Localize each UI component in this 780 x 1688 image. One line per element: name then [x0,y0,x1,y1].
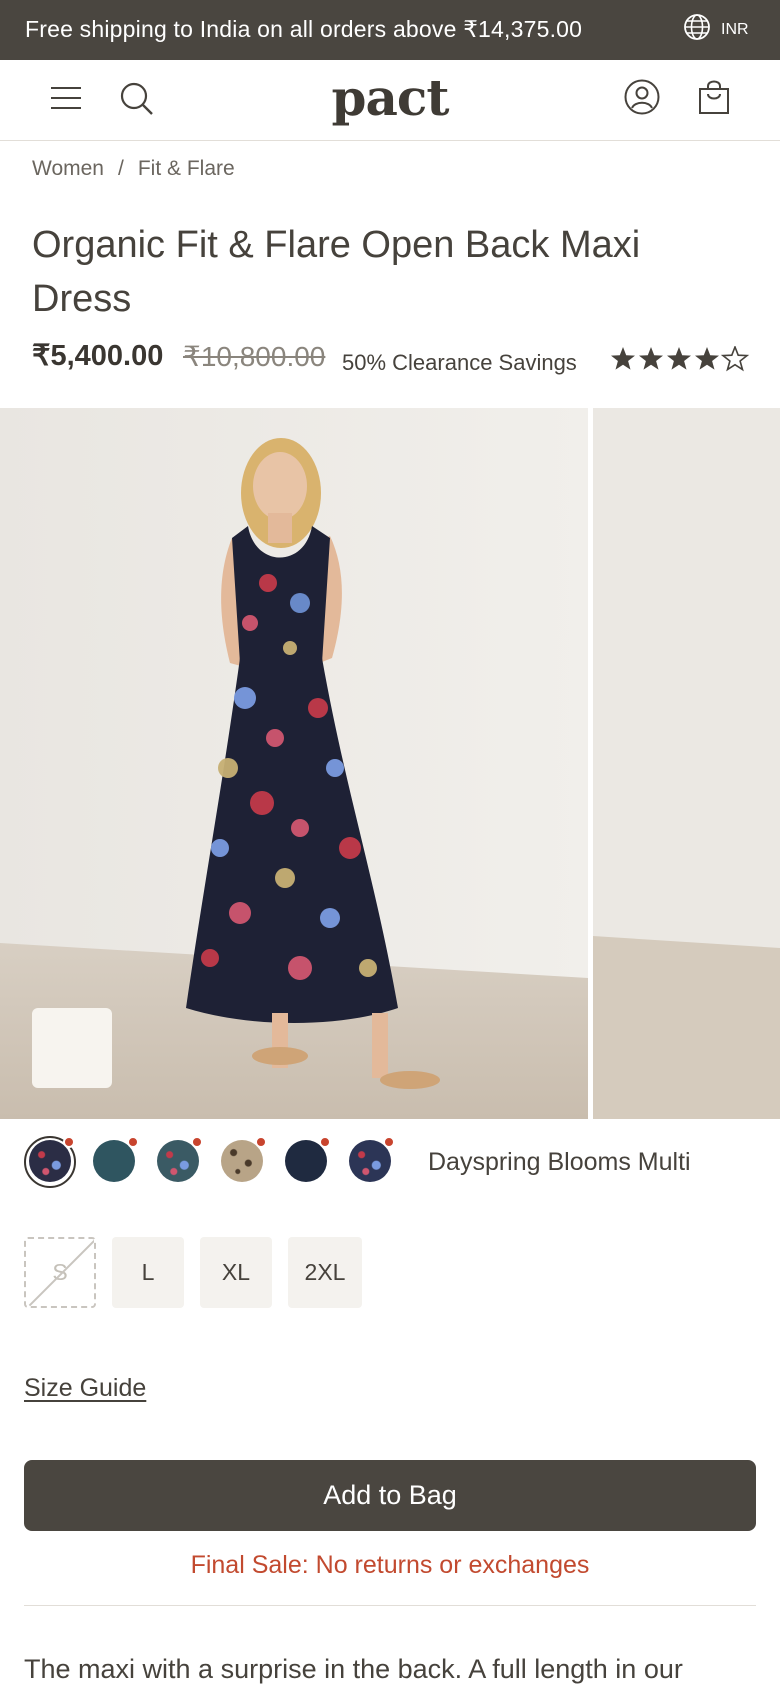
star-icon [611,347,635,370]
star-icon [695,347,719,370]
add-to-bag-button[interactable]: Add to Bag [24,1460,756,1531]
globe-icon[interactable] [682,12,712,42]
compare-price: ₹10,800.00 [183,341,326,372]
promo-text: Free shipping to India on all orders abo… [25,16,583,42]
star-icon [667,347,691,370]
breadcrumb-fit-flare[interactable]: Fit & Flare [138,157,235,180]
bag-icon[interactable] [697,78,731,116]
color-swatch-teal[interactable] [93,1136,139,1182]
swatch-badge-dot [255,1136,267,1148]
size-option-2xl[interactable]: 2XL [288,1237,362,1308]
product-gallery[interactable] [0,408,780,1119]
video-thumbnail-button[interactable] [32,1008,112,1088]
unavailable-slash [28,1239,94,1306]
rating-stars[interactable] [610,346,750,372]
breadcrumb-women[interactable]: Women [32,157,104,180]
promo-bar: Free shipping to India on all orders abo… [0,0,780,60]
size-option-s[interactable]: S [24,1237,96,1308]
breadcrumb: Women / Fit & Flare [32,157,235,181]
size-guide-link[interactable]: Size Guide [24,1374,146,1403]
selected-color-name: Dayspring Blooms Multi [428,1148,691,1176]
final-sale-notice: Final Sale: No returns or exchanges [190,1551,590,1579]
site-header: pact [0,60,780,141]
color-swatch-dayspring-blooms-multi[interactable] [29,1136,75,1182]
sale-price: ₹5,400.00 [32,340,164,372]
color-swatch-navy[interactable] [285,1136,331,1182]
product-photo-next[interactable] [593,408,780,1119]
pact-logo[interactable]: pact [0,68,780,127]
currency-selector[interactable]: INR [721,21,749,39]
swatch-badge-dot [63,1136,75,1148]
swatch-badge-dot [383,1136,395,1148]
swatch-badge-dot [319,1136,331,1148]
account-icon[interactable] [623,78,661,116]
product-title: Organic Fit & Flare Open Back Maxi Dress [32,224,641,320]
color-swatch-teal-floral[interactable] [157,1136,203,1182]
size-option-xl[interactable]: XL [200,1237,272,1308]
savings-label: 50% Clearance Savings [342,350,577,375]
color-swatch-leopard[interactable] [221,1136,267,1182]
size-option-l[interactable]: L [112,1237,184,1308]
swatch-badge-dot [127,1136,139,1148]
breadcrumb-separator: / [117,157,124,180]
color-swatch-navy-white-floral[interactable] [349,1136,395,1182]
half-star-icon [722,346,748,371]
swatch-badge-dot [191,1136,203,1148]
star-icon [639,347,663,370]
divider [24,1605,756,1606]
product-description: The maxi with a surprise in the back. A … [24,1654,683,1684]
